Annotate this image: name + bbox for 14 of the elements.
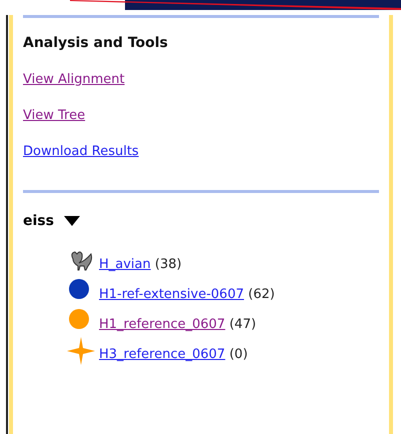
section-title: Analysis and Tools	[23, 35, 169, 51]
dataset-count: (38)	[154, 257, 182, 272]
tool-link[interactable]: View Alignment	[23, 72, 125, 87]
dataset-link[interactable]: H3_reference_0607	[99, 347, 226, 362]
dataset-link[interactable]: H1-ref-extensive-0607	[99, 287, 244, 302]
dataset-link[interactable]: H_avian	[99, 257, 151, 272]
dataset-link[interactable]: H1_reference_0607	[99, 317, 226, 332]
tool-link[interactable]: Download Results	[23, 144, 139, 159]
dataset-count: (62)	[248, 287, 275, 302]
dataset-count: (0)	[229, 347, 248, 362]
group-title: eiss	[23, 213, 54, 229]
collapse-icon[interactable]	[64, 216, 80, 226]
tool-link[interactable]: View Tree	[23, 108, 86, 123]
dataset-count: (47)	[229, 317, 256, 332]
